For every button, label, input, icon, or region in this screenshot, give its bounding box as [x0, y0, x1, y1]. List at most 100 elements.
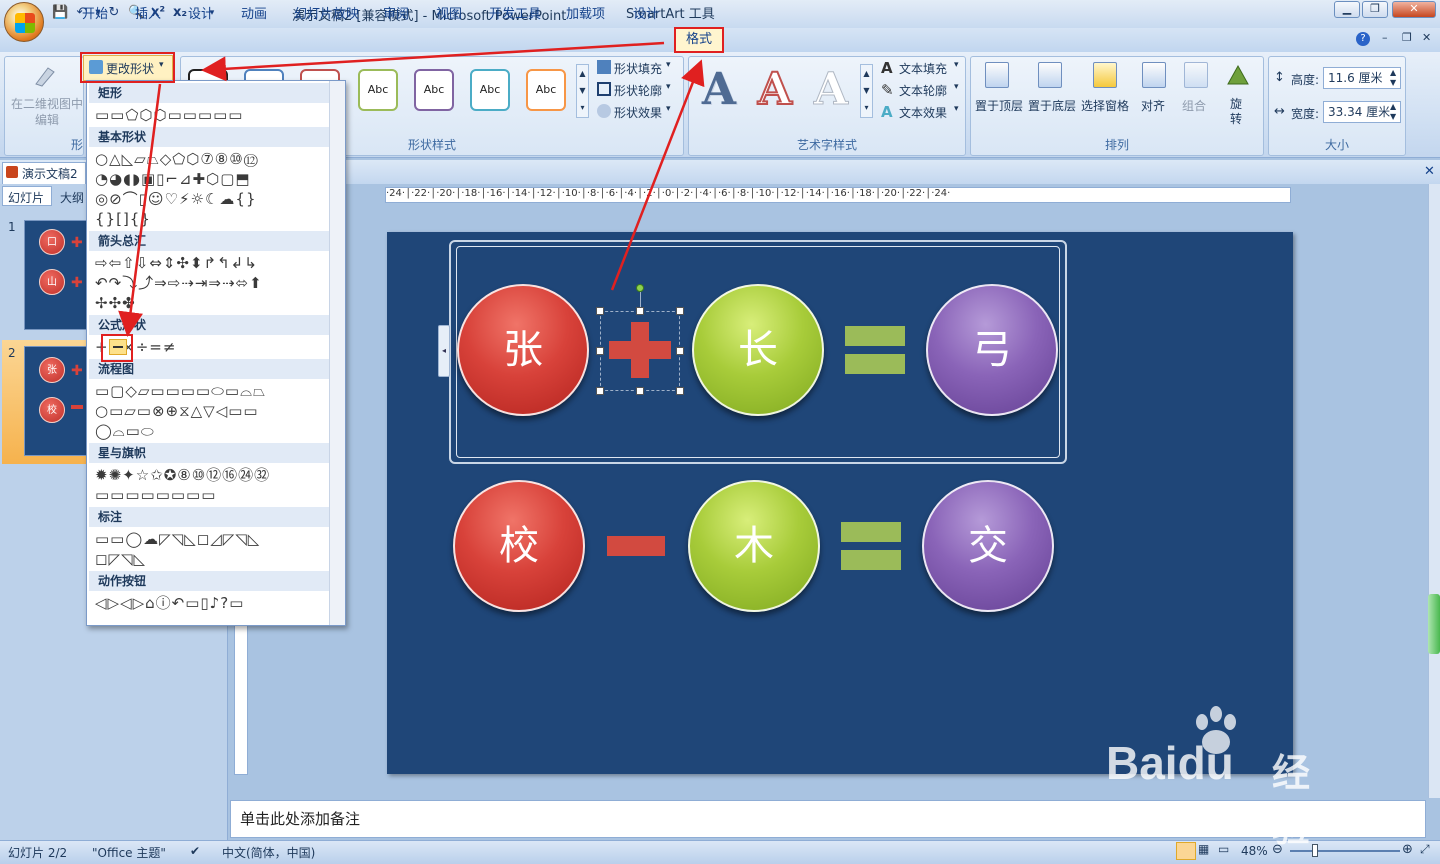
text-fill-button[interactable]: 文本填充 [899, 60, 947, 77]
circle-chang[interactable]: 长 [692, 284, 824, 416]
status-zoom[interactable]: 48% [1241, 844, 1268, 858]
office-button[interactable] [4, 2, 44, 42]
wordart-style-1[interactable]: A [696, 65, 742, 115]
help-icon[interactable]: ? [1356, 32, 1370, 46]
fit-to-window-icon[interactable]: ⤢ [1420, 842, 1430, 857]
shape-row-basic-4[interactable]: {}[]{} [95, 209, 151, 229]
circle-xiao[interactable]: 校 [453, 480, 585, 612]
align-button[interactable]: 对齐 [1141, 97, 1165, 114]
equals-bar-top[interactable] [841, 522, 901, 542]
tab-insert[interactable]: 插入 [135, 3, 161, 23]
circle-mu[interactable]: 木 [688, 480, 820, 612]
text-outline-button[interactable]: 文本轮廓 [899, 82, 947, 99]
equals-bar-bottom[interactable] [845, 354, 905, 374]
send-to-back-button[interactable]: 置于底层 [1028, 97, 1076, 114]
ribbon-minimize-icon[interactable]: – [1382, 31, 1388, 44]
spell-check-icon[interactable]: ✔ [190, 844, 200, 858]
resize-handle[interactable] [596, 347, 604, 355]
shape-styles-scroll[interactable]: ▲ ▼ ▾ [576, 64, 589, 118]
save-icon[interactable]: 💾 [52, 5, 68, 21]
tab-smartart-format[interactable]: 格式 [674, 27, 724, 53]
ribbon-restore-icon[interactable]: ❐ [1402, 31, 1412, 44]
zoom-in-icon[interactable]: ⊕ [1402, 842, 1413, 857]
resize-handle[interactable] [596, 387, 604, 395]
ribbon-close-icon[interactable]: ✕ [1422, 31, 1431, 44]
shape-row-arrows-3[interactable]: ✢✣✤ [95, 293, 136, 313]
circle-jiao[interactable]: 交 [922, 480, 1054, 612]
wordart-styles-scroll[interactable]: ▲ ▼ ▾ [860, 64, 873, 118]
subscript-icon[interactable]: x₂ [172, 5, 188, 21]
text-pane-toggle[interactable]: ◂ [438, 325, 450, 377]
rotate-button[interactable]: 旋转 [1230, 97, 1244, 127]
close-document-icon[interactable]: ✕ [1424, 164, 1435, 179]
shape-style-4[interactable]: Abc [358, 69, 398, 111]
maximize-button[interactable]: ❐ [1362, 1, 1388, 18]
shape-row-action-buttons[interactable]: ◁▷◁▷⌂ⓘ↶▭▯♪?▭ [95, 593, 244, 613]
shape-fill-button[interactable]: 形状填充 [614, 60, 662, 77]
tab-home[interactable]: 开始 [82, 3, 108, 23]
width-icon: ↔ [1274, 104, 1285, 119]
tab-view[interactable]: 视图 [436, 3, 462, 23]
rotate-handle[interactable] [636, 284, 644, 292]
minimize-button[interactable]: ▁ [1334, 1, 1360, 18]
shape-outline-button[interactable]: 形状轮廓 [614, 82, 662, 99]
shape-style-6[interactable]: Abc [470, 69, 510, 111]
equals-bar-top[interactable] [845, 326, 905, 346]
tab-review[interactable]: 审阅 [383, 3, 409, 23]
ppt-doc-icon [6, 166, 18, 178]
shape-row-stars-1[interactable]: ✹✺✦☆✩✪⑧⑩⑫⑯㉔㉜ [95, 465, 270, 485]
tab-addins[interactable]: 加载项 [566, 3, 605, 23]
tab-slideshow[interactable]: 幻灯片放映 [294, 3, 359, 23]
shape-style-5[interactable]: Abc [414, 69, 454, 111]
close-button[interactable]: ✕ [1392, 1, 1436, 18]
shape-row-basic-2[interactable]: ◔◕◖◗▣▯⌐⊿✚⬡▢⬒ [95, 169, 251, 189]
zoom-slider-thumb[interactable] [1312, 844, 1318, 857]
slideshow-button[interactable]: ▭ [1218, 842, 1238, 860]
chevron-down-icon: ▾ [666, 104, 671, 114]
minus-shape[interactable] [607, 536, 665, 556]
shape-row-callouts-2[interactable]: ◻◸◹◺ [95, 549, 146, 569]
bring-to-front-button[interactable]: 置于顶层 [975, 97, 1023, 114]
tab-outline[interactable]: 大纲 [60, 189, 84, 206]
resize-handle[interactable] [636, 387, 644, 395]
height-spinner[interactable]: ▲ ▼ [1390, 68, 1396, 88]
vertical-scrollbar[interactable] [1428, 184, 1440, 798]
shape-row-rectangles[interactable]: ▭▭⬠⬡⬡▭▭▭▭▭ [95, 105, 243, 125]
gallery-scrollbar[interactable] [329, 81, 345, 625]
wordart-style-3[interactable]: A [808, 64, 854, 115]
group-button[interactable]: 组合 [1182, 97, 1206, 114]
shape-row-arrows-2[interactable]: ↶↷⤵⤴⇒⇨⇢⇥⇒⇢⬄⬆ [95, 273, 263, 293]
shape-row-basic-1[interactable]: ○△◺▱⏢◇⬠⬡⑦⑧⑩⑫ [95, 149, 259, 169]
selection-pane-button[interactable]: 选择窗格 [1081, 97, 1129, 114]
shape-row-flowchart-2[interactable]: ○▭▱▭⊗⊕⧖△▽◁▭▭ [95, 401, 259, 421]
circle-zhang[interactable]: 张 [457, 284, 589, 416]
circle-gong[interactable]: 弓 [926, 284, 1058, 416]
edit-in-2d-button[interactable]: 在二维视图中编辑 [10, 96, 84, 128]
resize-handle[interactable] [676, 387, 684, 395]
shape-style-7[interactable]: Abc [526, 69, 566, 111]
resize-handle[interactable] [596, 307, 604, 315]
normal-view-button[interactable] [1176, 842, 1196, 860]
shape-row-callouts-1[interactable]: ▭▭◯☁◸◹◺◻◿◸◹◺ [95, 529, 260, 549]
resize-handle[interactable] [676, 307, 684, 315]
tab-smartart-design[interactable]: 设计 [633, 3, 659, 23]
shape-row-flowchart-1[interactable]: ▭▢◇▱▭▭▭▭⬭▭⌓⏢ [95, 381, 266, 401]
thumb-plus: ✚ [71, 235, 83, 251]
width-spinner[interactable]: ▲ ▼ [1390, 102, 1396, 122]
text-effects-button[interactable]: 文本效果 [899, 104, 947, 121]
shape-row-basic-3[interactable]: ◎⊘⌒▯☺♡⚡☼☾☁{} [95, 189, 257, 209]
shape-row-flowchart-3[interactable]: ◯⌓▭⬭ [95, 421, 155, 441]
resize-handle[interactable] [636, 307, 644, 315]
tab-animations[interactable]: 动画 [241, 3, 267, 23]
shape-row-stars-2[interactable]: ▭▭▭▭▭▭▭▭ [95, 485, 216, 505]
redo-icon[interactable]: ↻ [106, 5, 122, 21]
wordart-style-2[interactable]: A [752, 64, 798, 116]
scrollbar-thumb[interactable] [1428, 594, 1440, 654]
tab-design[interactable]: 设计 [188, 3, 214, 23]
resize-handle[interactable] [676, 347, 684, 355]
equals-bar-bottom[interactable] [841, 550, 901, 570]
shape-row-arrows-1[interactable]: ⇨⇦⇧⇩⇔⇕✣⬍↱↰↲↳ [95, 253, 258, 273]
tab-developer[interactable]: 开发工具 [489, 3, 541, 23]
slide-sorter-button[interactable]: ▦ [1198, 842, 1218, 860]
shape-effects-button[interactable]: 形状效果 [614, 104, 662, 121]
